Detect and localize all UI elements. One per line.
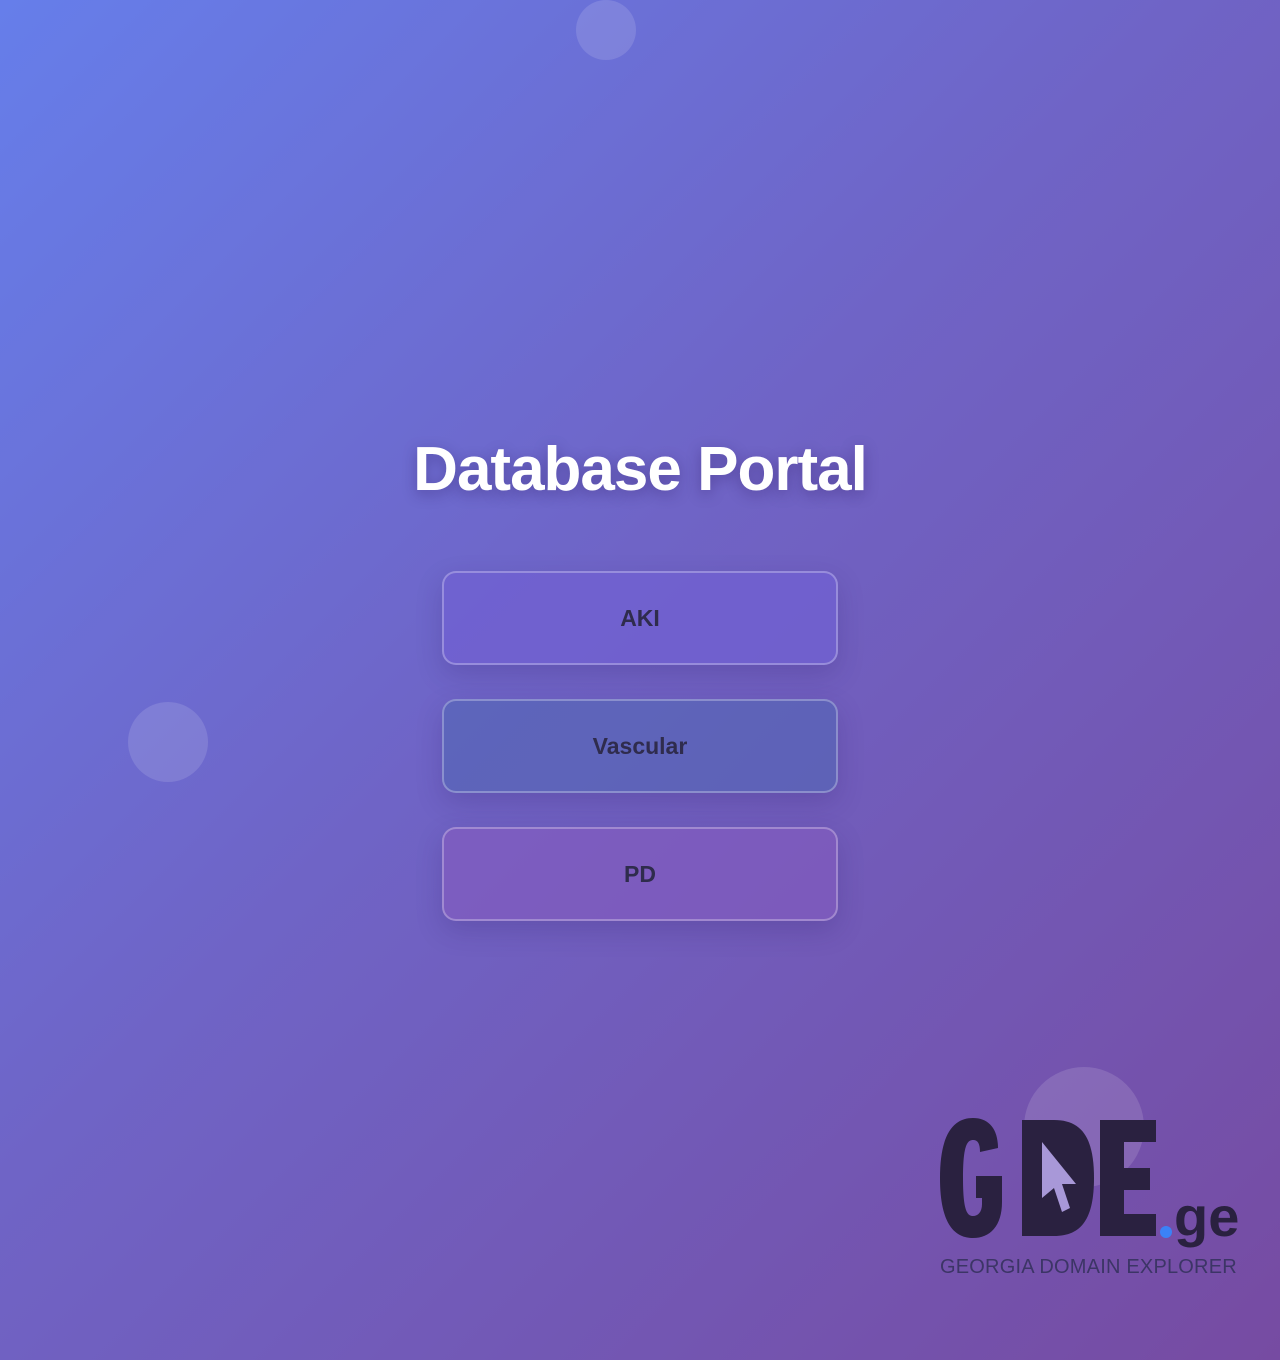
logo-tagline: GEORGIA DOMAIN EXPLORER: [940, 1256, 1237, 1278]
database-button-list: AKI Vascular PD: [442, 571, 838, 921]
portal-container: Database Portal AKI Vascular PD: [0, 430, 1280, 921]
gde-logo: ge GEORGIA DOMAIN EXPLORER: [936, 1112, 1240, 1292]
logo-suffix: ge: [1174, 1185, 1239, 1248]
decorative-circle: [576, 0, 636, 60]
vascular-button[interactable]: Vascular: [442, 699, 838, 793]
aki-button[interactable]: AKI: [442, 571, 838, 665]
page-title: Database Portal: [413, 435, 868, 504]
pd-button[interactable]: PD: [442, 827, 838, 921]
gde-logo-mark: ge: [940, 1118, 1239, 1248]
